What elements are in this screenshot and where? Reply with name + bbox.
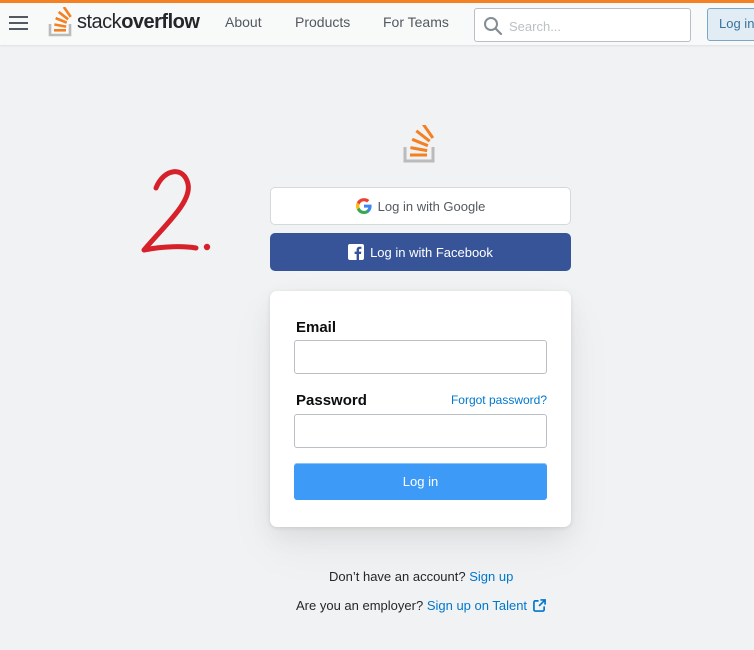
facebook-login-label: Log in with Facebook [370,244,493,260]
top-bar: stackoverflow About Products For Teams L… [0,0,754,45]
email-label: Email [296,319,337,336]
site-logo[interactable]: stackoverflow [48,5,200,39]
nav-for-teams[interactable]: For Teams [383,14,449,30]
google-login-button[interactable]: Log in with Google [270,187,571,225]
facebook-login-button[interactable]: Log in with Facebook [270,233,571,271]
password-field[interactable] [294,414,547,448]
signup-prompt: Don’t have an account? [329,569,466,584]
logo-text: stackoverflow [77,10,200,33]
employer-prompt: Are you an employer? [296,598,424,613]
email-field[interactable] [294,340,547,374]
facebook-icon [348,244,365,260]
google-icon [355,198,372,214]
login-form-card: Email Password Forgot password? Log in [270,291,571,527]
stackoverflow-icon [403,125,435,163]
stackoverflow-logo-icon [48,7,72,37]
signup-link[interactable]: Sign up [469,569,513,584]
search-box[interactable] [474,8,691,42]
header-login-button[interactable]: Log in [707,8,754,41]
external-link-icon [532,599,546,612]
password-label: Password [296,392,367,409]
talent-signup-link[interactable]: Sign up on Talent [427,598,527,613]
nav-about[interactable]: About [225,14,262,30]
search-input[interactable] [507,13,686,39]
forgot-password-link[interactable]: Forgot password? [451,393,547,407]
handwritten-number-annotation [141,169,211,253]
menu-icon[interactable] [9,16,29,32]
nav-products[interactable]: Products [295,14,350,30]
signup-row: Don’t have an account? Sign up [0,569,754,584]
search-icon [484,17,503,36]
employer-row: Are you an employer? Sign up on Talent [0,598,754,613]
login-submit-button[interactable]: Log in [294,463,547,500]
google-login-label: Log in with Google [377,198,486,214]
